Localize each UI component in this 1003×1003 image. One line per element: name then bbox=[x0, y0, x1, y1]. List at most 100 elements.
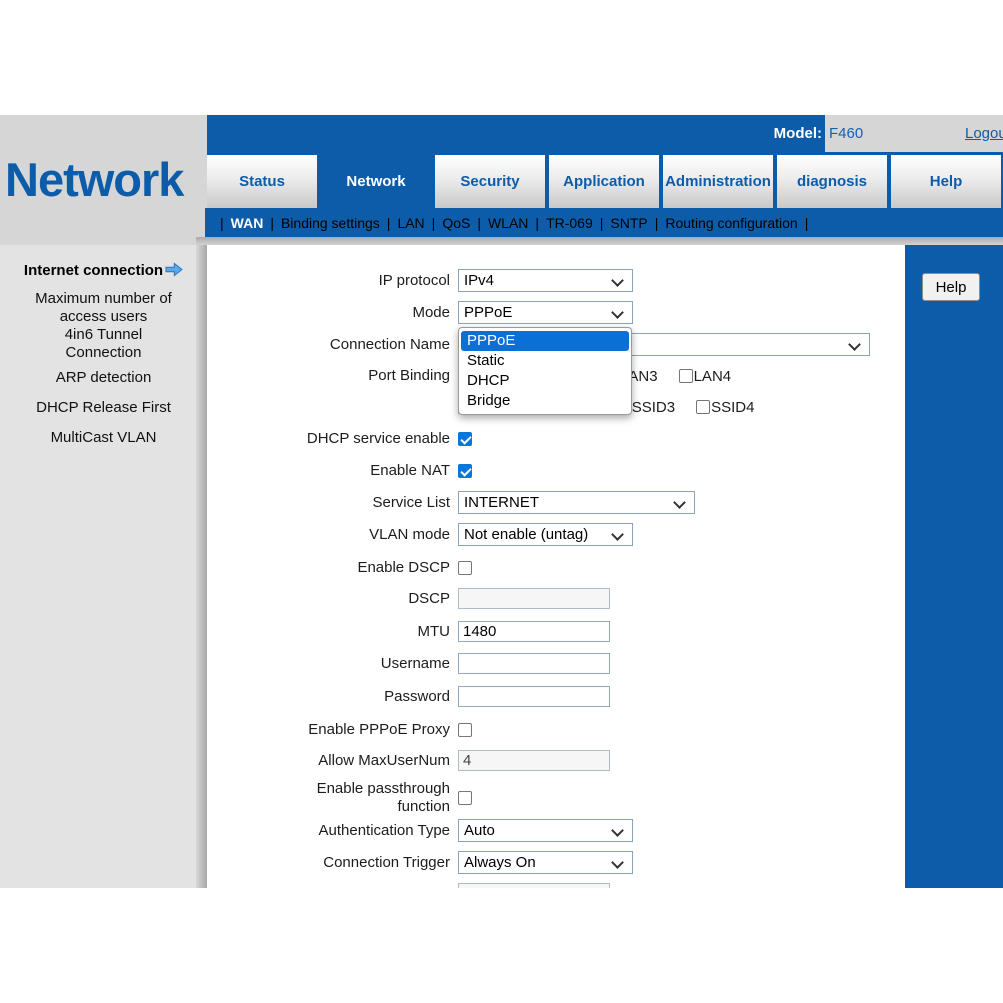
enable-passthrough-checkbox[interactable] bbox=[458, 791, 472, 805]
subnav-item-binding-settings[interactable]: Binding settings bbox=[281, 215, 380, 231]
clipped-input[interactable] bbox=[458, 883, 610, 888]
authentication-type-label: Authentication Type bbox=[318, 821, 450, 839]
ssid4-checkbox[interactable] bbox=[696, 400, 711, 414]
sidebar: Internet connection Maximum number of ac… bbox=[0, 245, 207, 888]
form-row-service-list: Service List INTERNET bbox=[207, 491, 695, 514]
separator: | bbox=[477, 214, 481, 231]
subnav-item-qos[interactable]: QoS bbox=[442, 215, 470, 231]
chevron-down-icon bbox=[611, 824, 624, 837]
subnav-item-lan[interactable]: LAN bbox=[397, 215, 424, 231]
form-row-connection-trigger: Connection Trigger Always On bbox=[207, 851, 633, 874]
sidebar-item-multicast-vlan[interactable]: MultiCast VLAN bbox=[0, 429, 207, 447]
sidebar-item-4in6-tunnel[interactable]: 4in6 Tunnel Connection bbox=[0, 326, 207, 362]
form-row-allow-maxusernum: Allow MaxUserNum bbox=[207, 750, 610, 771]
subnav-bar: | WAN | Binding settings | LAN | QoS | W… bbox=[205, 208, 1003, 237]
form-row-authentication-type: Authentication Type Auto bbox=[207, 819, 633, 842]
panel-left-shadow bbox=[196, 245, 207, 888]
password-input[interactable] bbox=[458, 686, 610, 707]
form-row-enable-pppoe-proxy: Enable PPPoE Proxy bbox=[207, 721, 472, 738]
tab-application[interactable]: Application bbox=[549, 155, 659, 208]
username-input[interactable] bbox=[458, 653, 610, 674]
enable-nat-checkbox[interactable] bbox=[458, 464, 472, 478]
logout-link[interactable]: Logout bbox=[965, 125, 1003, 142]
ssid3-label: SSID3 bbox=[631, 398, 676, 416]
separator: | bbox=[535, 214, 540, 231]
connection-trigger-select[interactable]: Always On bbox=[458, 851, 633, 874]
authentication-type-select[interactable]: Auto bbox=[458, 819, 633, 842]
ssid4-label: SSID4 bbox=[711, 398, 755, 416]
sidebar-item-label: access users bbox=[59, 308, 148, 325]
dscp-input[interactable] bbox=[458, 588, 610, 609]
subnav-item-routing-configuration[interactable]: Routing configuration bbox=[665, 215, 797, 231]
sidebar-item-label: DHCP Release First bbox=[36, 399, 171, 416]
vlan-mode-select[interactable]: Not enable (untag) bbox=[458, 523, 633, 546]
tab-diagnosis[interactable]: diagnosis bbox=[777, 155, 887, 208]
form-row-username: Username bbox=[207, 653, 610, 674]
mode-option-pppoe[interactable]: PPPoE bbox=[461, 331, 629, 351]
topbar-right: F460 Logout bbox=[825, 115, 1003, 152]
enable-dscp-checkbox[interactable] bbox=[458, 561, 472, 575]
service-list-value: INTERNET bbox=[464, 494, 539, 511]
allow-maxusernum-input[interactable] bbox=[458, 750, 610, 771]
mode-label: Mode bbox=[412, 303, 450, 321]
mode-option-bridge[interactable]: Bridge bbox=[459, 391, 631, 411]
sidebar-item-label: ARP detection bbox=[55, 369, 152, 386]
enable-pppoe-proxy-checkbox[interactable] bbox=[458, 723, 472, 737]
topbar: Model: bbox=[207, 115, 825, 152]
separator: | bbox=[804, 214, 809, 231]
model-label: Model: bbox=[773, 125, 822, 142]
sidebar-item-dhcp-release-first[interactable]: DHCP Release First bbox=[0, 399, 207, 417]
mtu-input[interactable] bbox=[458, 621, 610, 642]
sidebar-item-label: Internet connection bbox=[23, 262, 164, 279]
chevron-down-icon bbox=[611, 274, 624, 287]
chevron-down-icon bbox=[848, 338, 861, 351]
mode-option-static[interactable]: Static bbox=[459, 351, 631, 371]
allow-maxusernum-label: Allow MaxUserNum bbox=[318, 751, 450, 769]
tab-network[interactable]: Network bbox=[321, 155, 431, 208]
enable-pppoe-proxy-label: Enable PPPoE Proxy bbox=[308, 721, 450, 738]
page-title: Network bbox=[5, 153, 184, 206]
form-row-mtu: MTU bbox=[207, 621, 610, 642]
tab-administration[interactable]: Administration bbox=[663, 155, 773, 208]
mode-select[interactable]: PPPoE bbox=[458, 301, 633, 324]
subnav-item-wan[interactable]: WAN bbox=[231, 215, 264, 231]
ip-protocol-select[interactable]: IPv4 bbox=[458, 269, 633, 292]
model-value: F460 bbox=[829, 125, 864, 142]
sidebar-item-label: Connection bbox=[65, 344, 142, 361]
vlan-mode-value: Not enable (untag) bbox=[464, 526, 589, 543]
help-button[interactable]: Help bbox=[922, 273, 980, 301]
enable-passthrough-label-line2: function bbox=[397, 798, 450, 815]
ip-protocol-label: IP protocol bbox=[378, 271, 450, 289]
service-list-select[interactable]: INTERNET bbox=[458, 491, 695, 514]
mode-option-dhcp[interactable]: DHCP bbox=[459, 371, 631, 391]
subnav-item-wlan[interactable]: WLAN bbox=[488, 215, 528, 231]
lan4-checkbox[interactable] bbox=[678, 369, 693, 383]
dscp-label: DSCP bbox=[408, 589, 450, 607]
subnav-item-tr069[interactable]: TR-069 bbox=[546, 215, 593, 231]
enable-dscp-label: Enable DSCP bbox=[357, 559, 450, 576]
service-list-label: Service List bbox=[372, 493, 450, 511]
form-row-password: Password bbox=[207, 686, 610, 707]
main-tab-bar: Status Network Security Application Admi… bbox=[207, 152, 1003, 208]
tab-status[interactable]: Status bbox=[207, 155, 317, 208]
enable-passthrough-label: Enable passthrough function bbox=[207, 780, 450, 816]
separator: | bbox=[599, 214, 604, 231]
tab-help[interactable]: Help bbox=[891, 155, 1001, 208]
sidebar-item-max-access-users[interactable]: Maximum number of access users bbox=[0, 290, 207, 326]
sidebar-item-internet-connection[interactable]: Internet connection bbox=[0, 262, 207, 282]
form-row-enable-nat: Enable NAT bbox=[207, 462, 472, 479]
router-admin-page: Network Model: F460 Logout Status Networ… bbox=[0, 0, 1003, 1003]
form-row-enable-dscp: Enable DSCP bbox=[207, 559, 472, 576]
mode-value: PPPoE bbox=[464, 304, 513, 321]
tab-security[interactable]: Security bbox=[435, 155, 545, 208]
dhcp-service-enable-checkbox[interactable] bbox=[458, 432, 472, 446]
sidebar-item-arp-detection[interactable]: ARP detection bbox=[0, 369, 207, 387]
connection-trigger-label: Connection Trigger bbox=[323, 853, 450, 871]
subnav-item-sntp[interactable]: SNTP bbox=[610, 215, 647, 231]
port-binding-ssid4: SSID4 bbox=[696, 399, 754, 416]
connection-name-label: Connection Name bbox=[329, 335, 450, 353]
separator: | bbox=[270, 214, 274, 231]
form-row-enable-passthrough: Enable passthrough function bbox=[207, 779, 472, 817]
username-label: Username bbox=[380, 654, 450, 672]
port-binding-lan4: LAN4 bbox=[678, 368, 731, 385]
